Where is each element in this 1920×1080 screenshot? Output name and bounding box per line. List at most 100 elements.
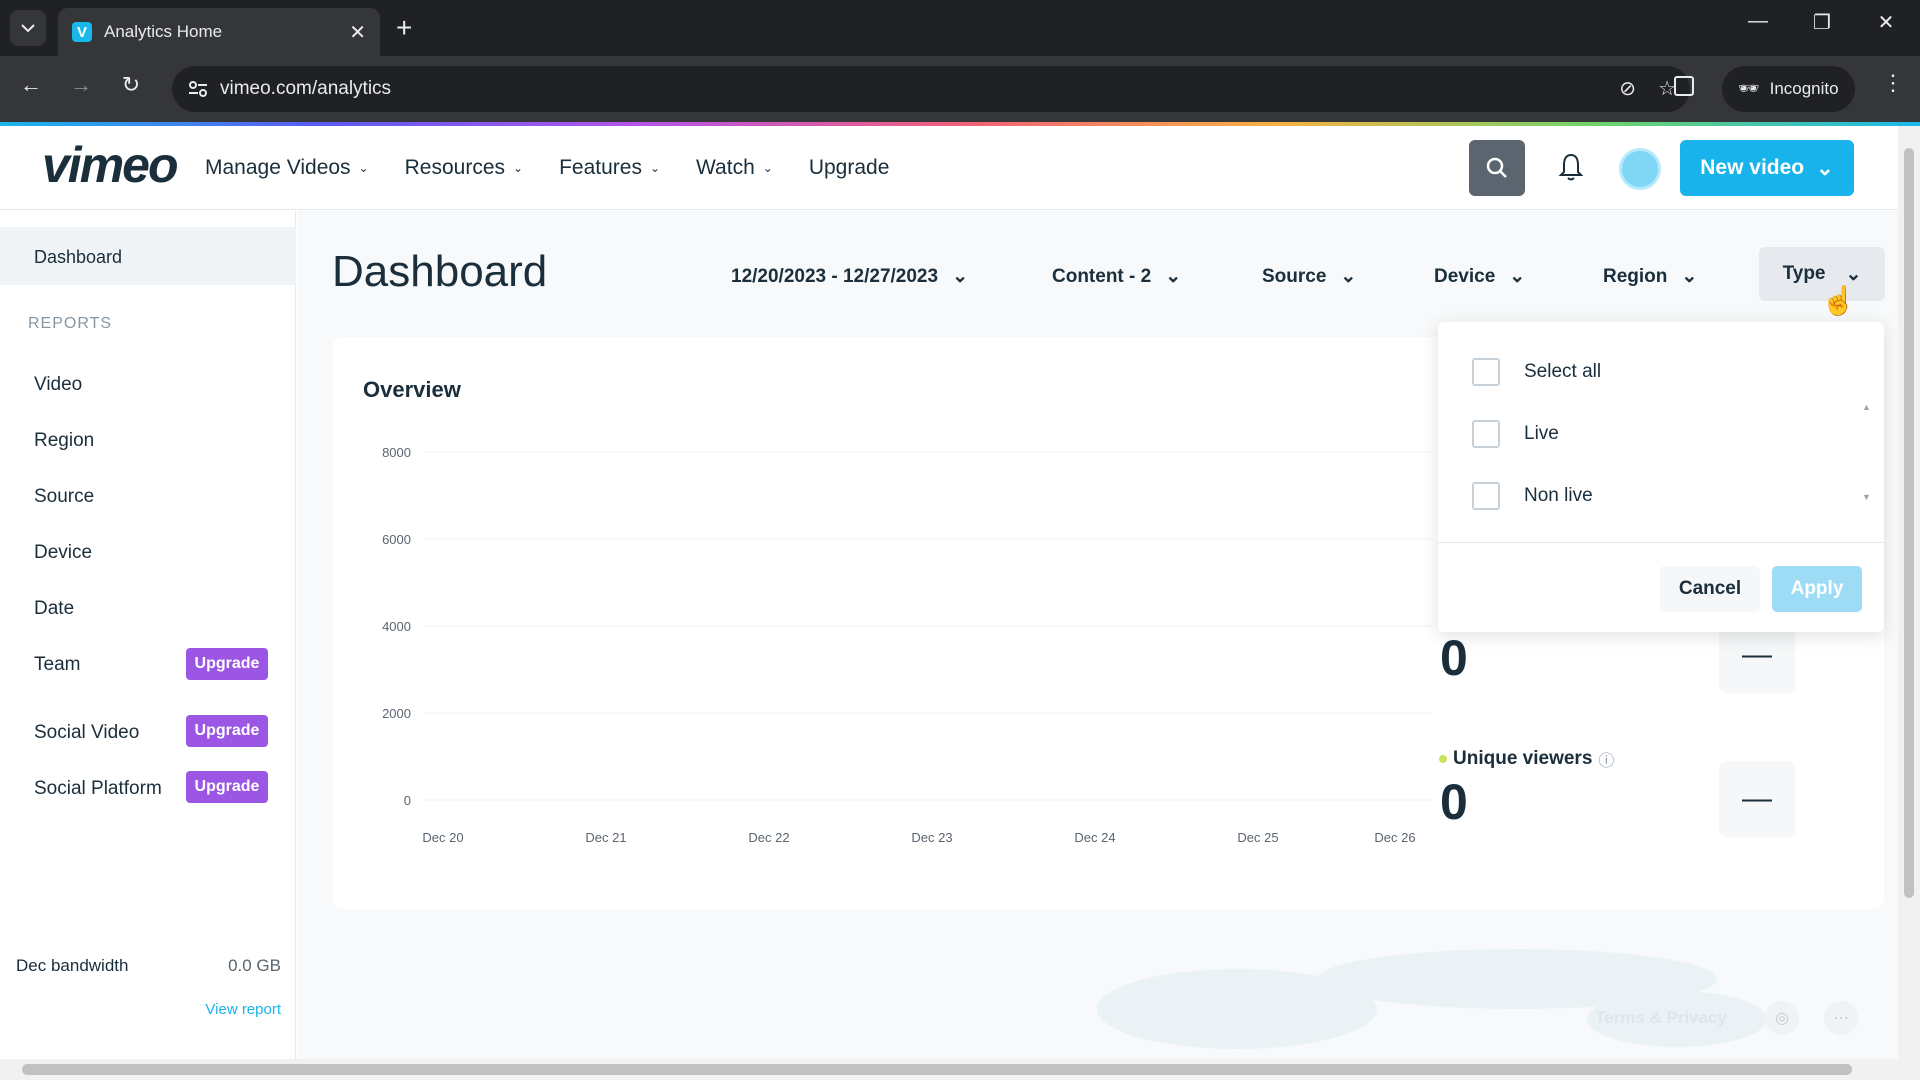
x-tick-label: Dec 26 <box>1374 830 1415 845</box>
date-range-filter[interactable]: 12/20/2023 - 12/27/2023 ⌄ <box>731 265 968 288</box>
view-report-link[interactable]: View report <box>205 1001 281 1018</box>
chevron-down-icon: ⌄ <box>358 161 369 175</box>
social-video-upgrade-badge[interactable]: Upgrade <box>186 715 268 747</box>
x-tick-label: Dec 21 <box>585 830 626 845</box>
browser-tab[interactable]: V Analytics Home ✕ <box>58 8 380 56</box>
chevron-down-icon: ⌄ <box>1845 263 1862 285</box>
option-live[interactable]: Live <box>1472 420 1559 448</box>
tab-title: Analytics Home <box>104 22 223 41</box>
sidebar-item-dashboard[interactable]: Dashboard <box>0 227 296 285</box>
vertical-scroll-thumb[interactable] <box>1904 148 1914 898</box>
restore-icon[interactable]: ❐ <box>1802 10 1842 35</box>
new-tab-button[interactable]: + <box>396 12 412 44</box>
live-checkbox[interactable] <box>1472 420 1500 448</box>
nav-upgrade[interactable]: Upgrade <box>809 156 890 180</box>
compass-icon[interactable]: ◎ <box>1765 1001 1799 1035</box>
main-nav: Manage Videos ⌄ Resources ⌄ Features ⌄ Watc… <box>205 156 889 180</box>
back-arrow-icon[interactable]: ← <box>14 72 48 98</box>
incognito-badge[interactable]: 🕶 Incognito <box>1722 66 1855 112</box>
device-filter[interactable]: Device ⌄ <box>1434 265 1525 288</box>
chevron-down-icon: ⌄ <box>1165 266 1182 287</box>
scroll-down-icon[interactable]: ▼ <box>1862 492 1872 502</box>
sidebar-item-social-video[interactable]: Social Video <box>34 722 139 744</box>
date-range-label: 12/20/2023 - 12/27/2023 <box>731 265 939 287</box>
browser-menu-icon[interactable]: ⋮ <box>1882 70 1904 96</box>
y-tick-label: 0 <box>404 793 411 808</box>
option-non-live[interactable]: Non live <box>1472 482 1593 510</box>
team-upgrade-badge[interactable]: Upgrade <box>186 648 268 680</box>
scroll-up-icon[interactable]: ▲ <box>1862 402 1872 412</box>
tab-strip: V Analytics Home ✕ + — ❐ ✕ <box>0 0 1920 56</box>
address-bar: ← → ↻ vimeo.com/analytics ⊘ ☆ 🕶 Incognit… <box>0 56 1920 122</box>
overview-chart: 8000 6000 4000 2000 0 Dec 20 Dec 21 Dec 22 Dec 2… <box>382 445 1433 845</box>
chevron-down-icon: ⌄ <box>513 161 524 175</box>
y-tick-label: 2000 <box>382 706 411 721</box>
y-tick-label: 8000 <box>382 445 411 460</box>
x-tick-label: Dec 25 <box>1237 830 1278 845</box>
horizontal-scroll-thumb[interactable] <box>22 1064 1852 1075</box>
close-window-icon[interactable]: ✕ <box>1866 10 1906 35</box>
new-video-button[interactable]: New video ⌄ <box>1680 140 1854 196</box>
search-icon <box>1486 157 1507 178</box>
chevron-down-icon: ⌄ <box>1509 266 1526 287</box>
site-settings-icon[interactable] <box>188 80 208 98</box>
side-panel-icon[interactable] <box>1674 76 1694 96</box>
reload-icon[interactable]: ↻ <box>114 72 148 98</box>
nav-manage-videos[interactable]: Manage Videos ⌄ <box>205 156 369 180</box>
select-all-checkbox[interactable] <box>1472 358 1500 386</box>
nav-label: Features <box>559 156 642 179</box>
sidebar-item-device[interactable]: Device <box>34 542 92 564</box>
cancel-button[interactable]: Cancel <box>1660 566 1760 612</box>
source-filter[interactable]: Source ⌄ <box>1262 265 1356 288</box>
chevron-down-icon: ⌄ <box>762 161 773 175</box>
unique-viewers-compare: — <box>1719 761 1795 837</box>
sidebar-section-reports: REPORTS <box>28 315 113 332</box>
dropdown-scrollbar[interactable]: ▲ ▼ <box>1862 402 1872 502</box>
url-bar[interactable]: vimeo.com/analytics ⊘ ☆ <box>172 66 1690 112</box>
y-tick-label: 4000 <box>382 619 411 634</box>
terms-privacy-link[interactable]: Terms & Privacy <box>1595 1008 1727 1028</box>
chevron-down-icon: ⌄ <box>952 266 968 287</box>
avatar[interactable] <box>1619 148 1661 190</box>
close-tab-icon[interactable]: ✕ <box>349 20 366 45</box>
vertical-scrollbar[interactable] <box>1898 126 1920 1059</box>
nav-features[interactable]: Features ⌄ <box>559 156 660 180</box>
unique-viewers-label: Unique viewers ⓘ <box>1439 747 1614 771</box>
bandwidth-value: 0.0 GB <box>228 956 281 975</box>
tab-search-button[interactable] <box>10 10 46 46</box>
sidebar-item-region[interactable]: Region <box>34 430 94 452</box>
sidebar-item-date[interactable]: Date <box>34 598 74 620</box>
vimeo-favicon-icon: V <box>72 22 92 42</box>
incognito-label: Incognito <box>1769 79 1839 98</box>
social-platform-upgrade-badge[interactable]: Upgrade <box>186 771 268 803</box>
info-icon[interactable]: ⓘ <box>1598 747 1614 771</box>
apply-button[interactable]: Apply <box>1772 566 1862 612</box>
world-map-graphic <box>1097 949 1767 1049</box>
eye-off-icon[interactable]: ⊘ <box>1619 76 1636 101</box>
sidebar-item-team[interactable]: Team <box>34 654 80 676</box>
new-video-label: New video <box>1700 156 1805 179</box>
chevron-down-icon <box>21 24 35 33</box>
minimize-icon[interactable]: — <box>1738 10 1778 33</box>
nav-watch[interactable]: Watch ⌄ <box>696 156 773 180</box>
sidebar-item-social-platform[interactable]: Social Platform <box>34 778 162 800</box>
non-live-checkbox[interactable] <box>1472 482 1500 510</box>
option-select-all[interactable]: Select all <box>1472 358 1601 386</box>
forward-arrow-icon[interactable]: → <box>64 72 98 98</box>
viewers-dot-icon <box>1439 755 1447 763</box>
dropdown-divider <box>1438 542 1884 543</box>
sidebar: Dashboard REPORTS Video Region Source De… <box>0 211 296 1059</box>
vimeo-logo[interactable]: vimeo <box>42 136 179 194</box>
sidebar-item-video[interactable]: Video <box>34 374 82 396</box>
sidebar-item-source[interactable]: Source <box>34 486 94 508</box>
region-filter[interactable]: Region ⌄ <box>1603 265 1697 288</box>
more-icon[interactable]: ⋯ <box>1824 1001 1858 1035</box>
search-button[interactable] <box>1469 140 1525 196</box>
omnibox-actions: ⊘ ☆ <box>1619 76 1676 101</box>
url-text: vimeo.com/analytics <box>220 78 392 99</box>
nav-resources[interactable]: Resources ⌄ <box>405 156 523 180</box>
content-filter[interactable]: Content - 2 ⌄ <box>1052 265 1181 288</box>
horizontal-scrollbar[interactable] <box>0 1059 1920 1080</box>
bell-icon[interactable] <box>1558 152 1584 182</box>
nav-label: Watch <box>696 156 755 179</box>
